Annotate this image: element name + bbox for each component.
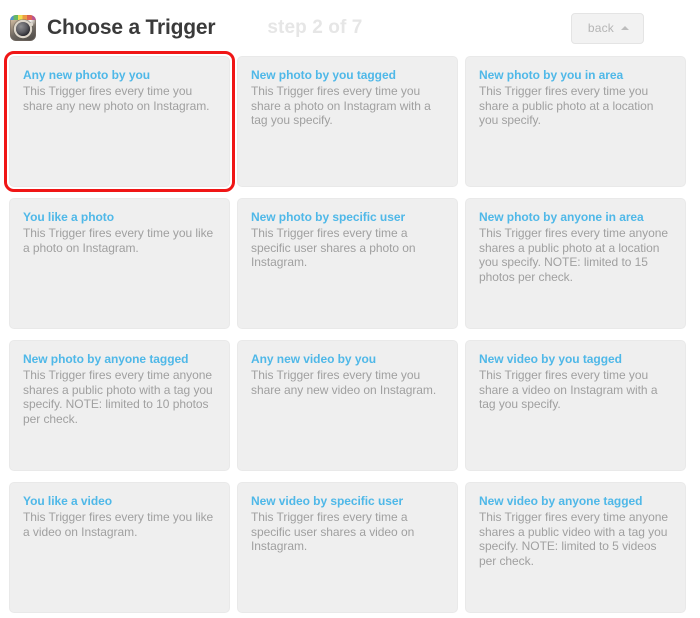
instagram-icon-lens: [16, 22, 30, 37]
trigger-card-description: This Trigger fires every time anyone sha…: [23, 368, 213, 426]
trigger-card-description: This Trigger fires every time you share …: [251, 368, 437, 397]
trigger-card-description: This Trigger fires every time you share …: [479, 368, 658, 412]
trigger-card-title: You like a video: [23, 494, 113, 508]
trigger-card-description: This Trigger fires every time you like a…: [23, 510, 214, 539]
trigger-card[interactable]: New video by you tagged This Trigger fire…: [465, 340, 686, 471]
choose-trigger-page: Choose a Trigger step 2 of 7 back Any ne…: [0, 0, 700, 618]
instagram-icon-viewfinder: [29, 22, 33, 26]
trigger-card[interactable]: You like a video This Trigger fires every…: [9, 482, 230, 613]
back-button-label: back: [587, 21, 614, 35]
trigger-card[interactable]: New video by anyone tagged This Trigger f…: [465, 482, 686, 613]
trigger-card-title: Any new photo by you: [23, 68, 150, 82]
caret-up-icon: [621, 26, 629, 30]
trigger-card-description: This Trigger fires every time a specific…: [251, 510, 415, 554]
trigger-card-title: New video by anyone tagged: [479, 494, 643, 508]
trigger-card[interactable]: New video by specific user This Trigger f…: [237, 482, 458, 613]
trigger-card[interactable]: New photo by anyone in area This Trigger …: [465, 198, 686, 329]
page-header: Choose a Trigger step 2 of 7 back: [0, 0, 700, 56]
back-button[interactable]: back: [570, 13, 644, 44]
instagram-icon: [10, 15, 36, 41]
trigger-card-description: This Trigger fires every time you share …: [23, 84, 210, 113]
trigger-card-title: New photo by anyone tagged: [23, 352, 189, 366]
trigger-card[interactable]: New photo by you in area This Trigger fir…: [465, 56, 686, 187]
trigger-card-title: You like a photo: [23, 210, 114, 224]
trigger-card-title: New photo by you in area: [479, 68, 624, 82]
brand: Choose a Trigger: [10, 15, 216, 41]
trigger-card-description: This Trigger fires every time anyone sha…: [479, 226, 668, 284]
trigger-card-description: This Trigger fires every time you share …: [479, 84, 654, 128]
trigger-card-title: New video by specific user: [251, 494, 404, 508]
trigger-card[interactable]: Any new video by you This Trigger fires e…: [237, 340, 458, 471]
page-title: Choose a Trigger: [47, 16, 216, 39]
trigger-card-description: This Trigger fires every time you like a…: [23, 226, 214, 255]
trigger-card-description: This Trigger fires every time anyone sha…: [479, 510, 668, 568]
trigger-card[interactable]: New photo by you tagged This Trigger fire…: [237, 56, 458, 187]
trigger-card-title: New photo by anyone in area: [479, 210, 644, 224]
trigger-card-title: New video by you tagged: [479, 352, 622, 366]
trigger-card-title: Any new video by you: [251, 352, 377, 366]
trigger-grid: Any new photo by you This Trigger fires e…: [0, 51, 700, 613]
trigger-card[interactable]: New photo by anyone tagged This Trigger f…: [9, 340, 230, 471]
trigger-card[interactable]: New photo by specific user This Trigger f…: [237, 198, 458, 329]
trigger-card-title: New photo by specific user: [251, 210, 406, 224]
trigger-card-description: This Trigger fires every time a specific…: [251, 226, 416, 270]
step-indicator: step 2 of 7: [267, 17, 363, 38]
trigger-card-title: New photo by you tagged: [251, 68, 396, 82]
trigger-card[interactable]: You like a photo This Trigger fires every…: [9, 198, 230, 329]
instagram-icon-stripes: [10, 15, 36, 20]
trigger-card-description: This Trigger fires every time you share …: [251, 84, 431, 128]
trigger-card[interactable]: Any new photo by you This Trigger fires e…: [4, 51, 235, 192]
